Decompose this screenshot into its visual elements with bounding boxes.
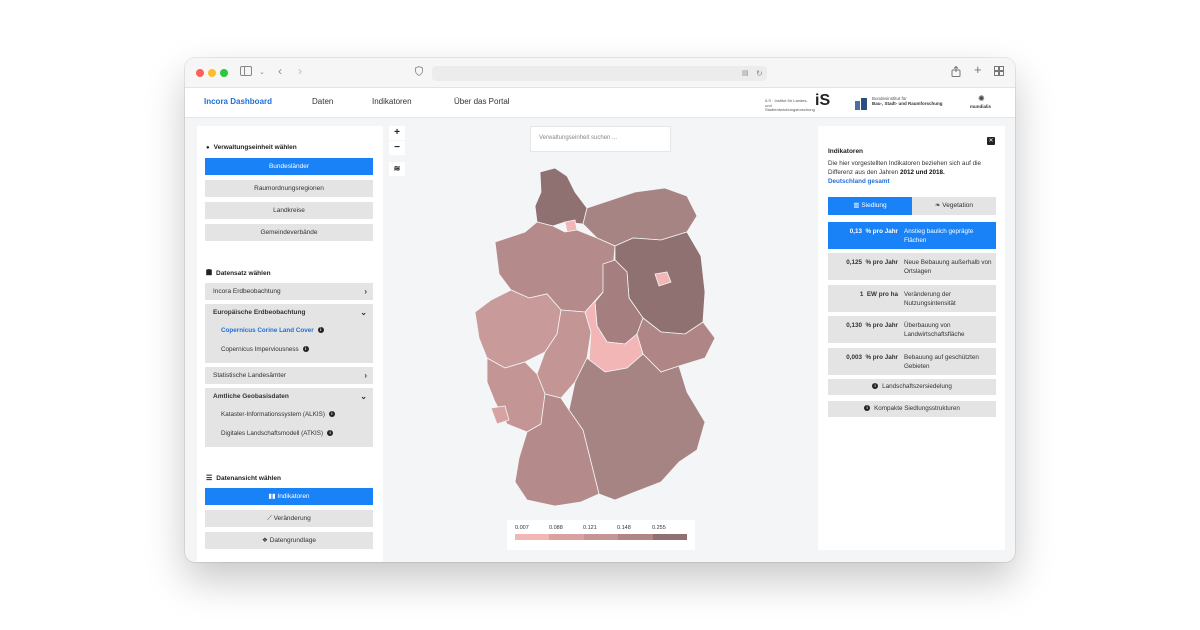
- layers-button[interactable]: ≋: [389, 162, 405, 176]
- ils-logo: iS: [815, 92, 831, 109]
- left-panel: ● Verwaltungseinheit wählen Bundesländer…: [197, 126, 383, 562]
- app-header: Incora Dashboard Daten Indikatoren Über …: [185, 88, 1015, 118]
- maximize-window-button[interactable]: [220, 69, 228, 77]
- legend-swatch: [583, 534, 619, 540]
- legend-tick: 0.148: [617, 525, 631, 531]
- dataset-item-alkis[interactable]: Kataster-Informationssystem (ALKIS) i: [221, 411, 335, 418]
- info-icon[interactable]: i: [302, 346, 309, 353]
- indicator-card[interactable]: 0,13 % pro Jahr Anstieg baulich geprägte…: [828, 222, 996, 249]
- search-input[interactable]: Verwaltungseinheit suchen ...: [530, 126, 671, 152]
- nav-link-daten[interactable]: Daten: [312, 97, 333, 106]
- brand-link[interactable]: Incora Dashboard: [204, 97, 272, 106]
- legend-color-bar: [515, 534, 688, 540]
- chevron-down-icon[interactable]: ⌄: [259, 66, 265, 80]
- browser-toolbar: ⌄ ‹ › ▤ ↻ +: [185, 58, 1015, 88]
- translate-icon[interactable]: ▤: [742, 67, 749, 81]
- dataset-incora[interactable]: Incora Erdbeobachtung ›: [205, 283, 373, 300]
- info-icon[interactable]: i: [328, 411, 335, 418]
- unit-button-gemeindeverbaende[interactable]: Gemeindeverbände: [205, 224, 373, 241]
- legend-swatch: [515, 534, 550, 540]
- info-icon[interactable]: i: [317, 327, 324, 334]
- indicator-card[interactable]: 0,003 % pro Jahr Bebauung auf geschützte…: [828, 348, 996, 375]
- tab-overview-icon[interactable]: [994, 66, 1004, 80]
- kompakte-siedlungsstrukturen-button[interactable]: i Kompakte Siedlungsstrukturen: [828, 401, 996, 417]
- indicator-card[interactable]: 0,130 % pro Jahr Überbauung von Landwirt…: [828, 316, 996, 343]
- bbsr-logo-line2: Bau-, Stadt- und Raumforschung: [872, 101, 943, 106]
- zoom-out-button[interactable]: −: [389, 141, 405, 155]
- legend-tick: 0.255: [652, 525, 666, 531]
- right-panel: ✕ Indikatoren Die hier vorgestellten Ind…: [818, 126, 1005, 550]
- legend-tick: 0.121: [583, 525, 597, 531]
- chevron-right-icon: ›: [364, 371, 367, 380]
- info-icon: i: [872, 383, 879, 390]
- indicators-description: Die hier vorgestellten Indikatoren bezie…: [828, 160, 981, 185]
- dataset-section-title: Datensatz wählen: [206, 269, 271, 278]
- tab-siedlung[interactable]: ▥ Siedlung: [828, 197, 912, 215]
- layers-icon: ≋: [393, 164, 401, 173]
- unit-button-raumordnungsregionen[interactable]: Raumordnungsregionen: [205, 180, 373, 197]
- database-icon: [206, 269, 212, 278]
- chevron-right-icon: ›: [364, 287, 367, 296]
- indicator-card[interactable]: 0,125 % pro Jahr Neue Bebauung außerhalb…: [828, 253, 996, 280]
- chevron-down-icon: ⌄: [360, 392, 367, 401]
- mundialis-logo: mundialis: [970, 104, 992, 109]
- zoom-in-button[interactable]: +: [389, 126, 405, 140]
- dataset-item-corine[interactable]: Copernicus Corine Land Cover i: [221, 327, 324, 334]
- view-button-indikatoren[interactable]: ▮▮ Indikatoren: [205, 488, 373, 505]
- unit-button-landkreise[interactable]: Landkreise: [205, 202, 373, 219]
- view-section-title: ☰ Datenansicht wählen: [206, 474, 281, 483]
- sidebar-toggle-icon[interactable]: [240, 66, 252, 80]
- back-icon[interactable]: ‹: [278, 64, 282, 78]
- info-icon: i: [864, 405, 871, 412]
- new-tab-icon[interactable]: +: [974, 63, 982, 77]
- minimize-window-button[interactable]: [208, 69, 216, 77]
- dataset-amtlich[interactable]: Amtliche Geobasisdaten ⌄ Kataster-Inform…: [205, 388, 373, 447]
- bbsr-logo-icon: [855, 97, 867, 110]
- browser-window: ⌄ ‹ › ▤ ↻ + Incora Dashboard Daten Indik…: [185, 58, 1015, 562]
- legend-swatch: [549, 534, 584, 540]
- info-icon[interactable]: i: [327, 430, 334, 437]
- forward-icon[interactable]: ›: [298, 64, 302, 78]
- mundialis-logo-icon: ✺: [978, 94, 985, 103]
- unit-button-bundeslaender[interactable]: Bundesländer: [205, 158, 373, 175]
- legend-tick: 0.007: [515, 525, 529, 531]
- legend-tick: 0.088: [549, 525, 563, 531]
- germany-map[interactable]: [465, 162, 735, 517]
- close-window-button[interactable]: [196, 69, 204, 77]
- address-bar[interactable]: [432, 66, 767, 81]
- unit-section-title: ● Verwaltungseinheit wählen: [206, 144, 297, 151]
- share-icon[interactable]: [951, 65, 961, 81]
- map-legend: 0.007 0.088 0.121 0.148 0.255: [507, 520, 695, 550]
- legend-swatch: [618, 534, 653, 540]
- reload-icon[interactable]: ↻: [756, 67, 763, 81]
- view-button-veraenderung[interactable]: ⟋ Veränderung: [205, 510, 373, 527]
- dataset-statistik[interactable]: Statistische Landesämter ›: [205, 367, 373, 384]
- chevron-down-icon: ⌄: [360, 308, 367, 317]
- indicators-title: Indikatoren: [828, 148, 864, 155]
- close-icon[interactable]: ✕: [987, 137, 995, 145]
- legend-swatch: [652, 534, 688, 540]
- tab-vegetation[interactable]: ❧ Vegetation: [912, 197, 996, 215]
- nav-link-ueber[interactable]: Über das Portal: [454, 97, 510, 106]
- dataset-item-imperviousness[interactable]: Copernicus Imperviousness i: [221, 346, 309, 353]
- dataset-item-atkis[interactable]: Digitales Landschaftsmodell (ATKIS) i: [221, 430, 334, 437]
- ils-logo-text: ILS · Institut für Landes- und Stadtentw…: [765, 98, 815, 112]
- indicator-card[interactable]: 1 EW pro ha Veränderung der Nutzungsinte…: [828, 285, 996, 312]
- landschaftszersiedelung-button[interactable]: i Landschaftszersiedelung: [828, 379, 996, 395]
- sliders-icon: ☰: [206, 475, 213, 482]
- dataset-eu[interactable]: Europäische Erdbeobachtung ⌄ Copernicus …: [205, 304, 373, 363]
- view-button-datengrundlage[interactable]: ❖ Datengrundlage: [205, 532, 373, 549]
- state-schleswig-holstein[interactable]: [534, 167, 588, 227]
- map-pin-icon: ●: [206, 144, 210, 151]
- shield-icon: [415, 65, 423, 80]
- layers-icon: ❖: [262, 537, 270, 544]
- nav-link-indikatoren[interactable]: Indikatoren: [372, 97, 412, 106]
